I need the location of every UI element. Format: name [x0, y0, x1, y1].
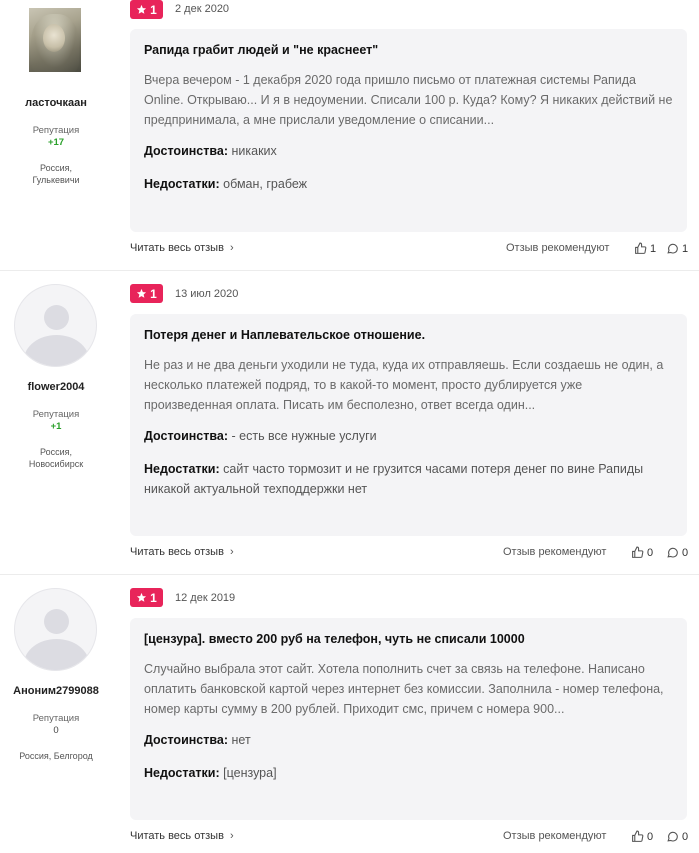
- review-date: 2 дек 2020: [175, 3, 230, 15]
- review-cons: Недостатки: сайт часто тормозит и не гру…: [144, 462, 644, 496]
- author-name[interactable]: ласточкаан: [0, 97, 112, 109]
- review-date: 13 июл 2020: [175, 288, 239, 300]
- review-cons: Недостатки: [цензура]: [144, 766, 277, 780]
- reputation-label: Репутация: [32, 125, 80, 136]
- review-card: Рапида грабит людей и "не краснеет" Вчер…: [130, 29, 687, 232]
- reputation-value: +1: [50, 421, 62, 432]
- review-pros: Достоинства: никаких: [144, 144, 277, 158]
- review-title[interactable]: [цензура]. вместо 200 руб на телефон, чу…: [144, 631, 673, 647]
- recommend-label: Отзыв рекомендуют: [503, 546, 607, 558]
- rating-value: 1: [150, 2, 157, 17]
- likes-button[interactable]: 0: [631, 546, 653, 559]
- read-more-link[interactable]: Читать весь отзыв ›: [130, 242, 234, 254]
- comments-button[interactable]: 0: [666, 546, 688, 559]
- chevron-right-icon: ›: [229, 242, 234, 254]
- read-more-link[interactable]: Читать весь отзыв ›: [130, 546, 234, 558]
- reputation-value: 0: [53, 725, 59, 736]
- review-excerpt: Не раз и не два деньги уходили не туда, …: [144, 358, 664, 412]
- star-icon: [137, 288, 147, 298]
- author-location: Россия, Белгород: [19, 751, 93, 761]
- review-pros: Достоинства: нет: [144, 733, 251, 747]
- review-footer: Читать весь отзыв › Отзыв рекомендуют 0 …: [130, 830, 689, 846]
- rating-value: 1: [150, 590, 157, 605]
- recommend-label: Отзыв рекомендуют: [506, 242, 610, 254]
- review-pros: Достоинства: - есть все нужные услуги: [144, 429, 377, 443]
- review-title[interactable]: Потеря денег и Наплевательское отношение…: [144, 327, 673, 343]
- review-footer: Читать весь отзыв › Отзыв рекомендуют 1 …: [130, 242, 689, 258]
- review-footer: Читать весь отзыв › Отзыв рекомендуют 0 …: [130, 546, 689, 562]
- comment-icon: [667, 547, 678, 558]
- review-card: Потеря денег и Наплевательское отношение…: [130, 314, 687, 536]
- author-location: Россия, Новосибирск: [28, 447, 84, 469]
- thumbs-up-icon: [632, 546, 644, 558]
- rating-badge: 1: [130, 588, 163, 607]
- rating-value: 1: [150, 286, 157, 301]
- review-card: [цензура]. вместо 200 руб на телефон, чу…: [130, 618, 687, 820]
- likes-button[interactable]: 0: [631, 830, 653, 843]
- thumbs-up-icon: [635, 242, 647, 254]
- likes-button[interactable]: 1: [634, 242, 656, 255]
- comments-button[interactable]: 1: [666, 242, 688, 255]
- thumbs-up-icon: [632, 830, 644, 842]
- author-location: Россия, Гулькевичи: [32, 163, 80, 185]
- author-name[interactable]: Аноним2799088: [0, 685, 112, 697]
- chevron-right-icon: ›: [229, 546, 234, 558]
- review-excerpt: Случайно выбрала этот сайт. Хотела попол…: [144, 662, 664, 716]
- review-title[interactable]: Рапида грабит людей и "не краснеет": [144, 42, 673, 58]
- author-name[interactable]: flower2004: [0, 381, 112, 393]
- rating-badge: 1: [130, 0, 163, 19]
- read-more-link[interactable]: Читать весь отзыв ›: [130, 830, 234, 842]
- recommend-label: Отзыв рекомендуют: [503, 830, 607, 842]
- star-icon: [137, 4, 147, 14]
- comment-icon: [667, 831, 678, 842]
- review-date: 12 дек 2019: [175, 592, 236, 604]
- reputation-value: +17: [47, 137, 65, 148]
- divider: [0, 574, 699, 575]
- avatar[interactable]: [29, 8, 81, 72]
- chevron-right-icon: ›: [229, 830, 234, 842]
- comments-button[interactable]: 0: [666, 830, 688, 843]
- star-icon: [137, 592, 147, 602]
- review-cons: Недостатки: обман, грабеж: [144, 177, 308, 191]
- comment-icon: [667, 243, 678, 254]
- rating-badge: 1: [130, 284, 163, 303]
- reputation-label: Репутация: [32, 713, 80, 724]
- review-excerpt: Вчера вечером - 1 декабря 2020 года приш…: [144, 73, 673, 127]
- reputation-label: Репутация: [32, 409, 80, 420]
- avatar[interactable]: [14, 284, 97, 367]
- avatar[interactable]: [14, 588, 97, 671]
- divider: [0, 270, 699, 271]
